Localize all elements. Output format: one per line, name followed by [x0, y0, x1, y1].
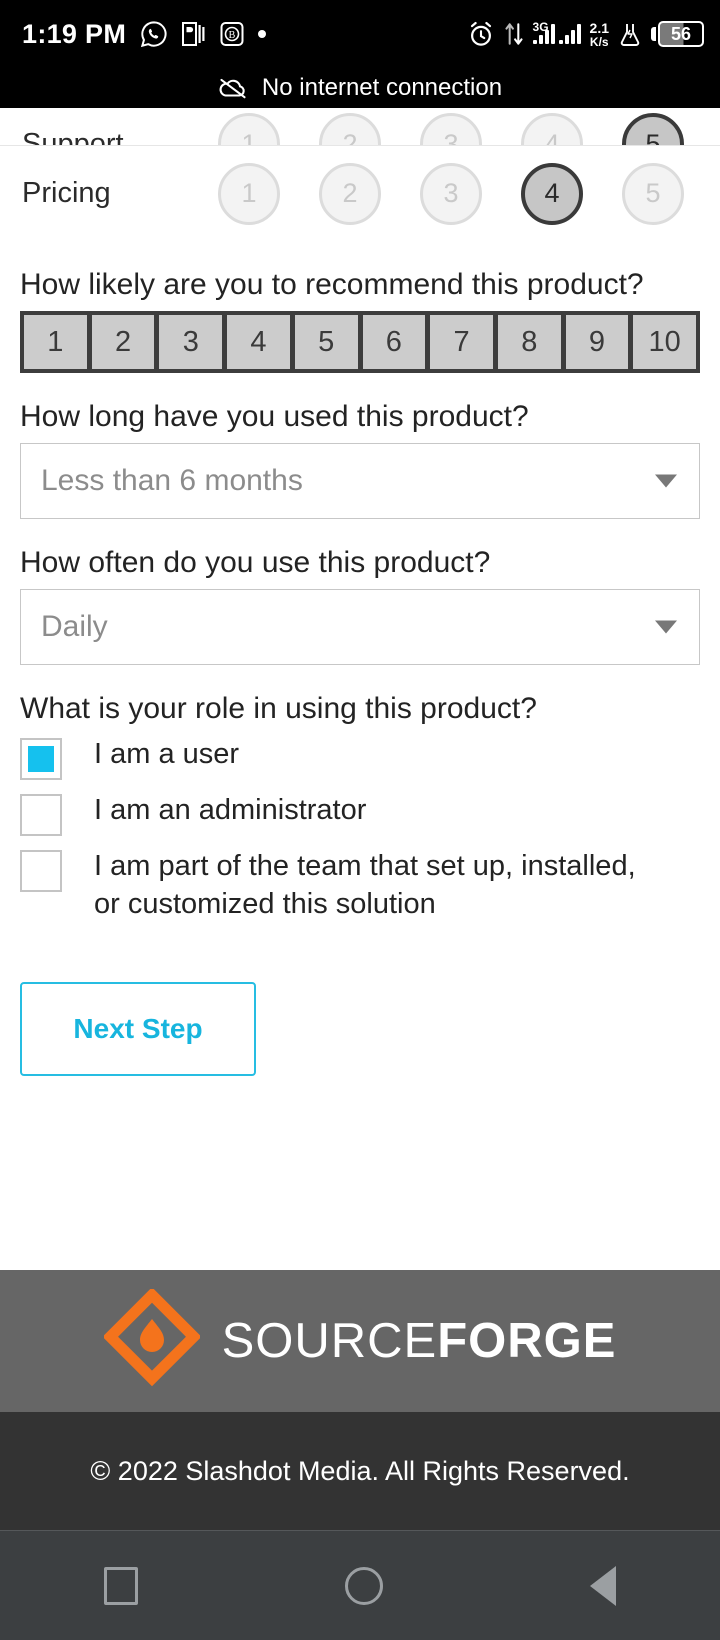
copyright-text: © 2022 Slashdot Media. All Rights Reserv…	[90, 1455, 630, 1486]
rating-option-support-2[interactable]: 2	[319, 113, 381, 145]
footer-logo-bar: SOURCEFORGE	[0, 1270, 720, 1412]
footer-copyright-bar: © 2022 Slashdot Media. All Rights Reserv…	[0, 1412, 720, 1530]
next-step-button[interactable]: Next Step	[20, 981, 256, 1076]
app-icon	[182, 21, 206, 47]
role-choice-user[interactable]: I am a user	[20, 735, 700, 780]
role-choice-user-label: I am a user	[94, 738, 240, 770]
nps-option-6[interactable]: 6	[362, 315, 426, 369]
signal-bars-sim2	[558, 24, 581, 44]
network-speed-indicator: 2.1 K/s	[590, 21, 609, 48]
nps-option-5[interactable]: 5	[294, 315, 358, 369]
nps-option-4[interactable]: 4	[227, 315, 290, 369]
home-circle-icon	[344, 1566, 383, 1605]
nps-option-1[interactable]: 1	[24, 315, 87, 369]
duration-select-value: Less than 6 months	[41, 464, 303, 497]
alarm-icon	[467, 20, 495, 48]
bitcoin-icon: B	[220, 21, 244, 47]
nps-option-2[interactable]: 2	[91, 315, 155, 369]
role-checkbox-list: I am a user I am an administrator I am p…	[20, 735, 700, 924]
rating-option-support-3[interactable]: 3	[420, 113, 482, 145]
rating-label-pricing: Pricing	[22, 177, 111, 209]
checkbox-setup-team[interactable]	[20, 850, 62, 892]
nps-scale: 1 2 3 4 5 6 7 8 9 10	[20, 311, 700, 373]
frequency-select-value: Daily	[41, 610, 108, 643]
nav-recents-button[interactable]	[64, 1557, 178, 1615]
battery-level-label: 56	[658, 21, 704, 47]
nps-option-7[interactable]: 7	[430, 315, 493, 369]
question-frequency: How often do you use this product?	[20, 546, 491, 579]
next-step-container: Next Step	[0, 981, 720, 1076]
rating-row-support: Support 1 2 3 4 5	[0, 108, 720, 145]
brand-source: SOURCE	[221, 1314, 438, 1368]
svg-text:B: B	[229, 30, 236, 41]
sourceforge-flame-logo	[103, 1289, 200, 1393]
rating-label-support: Support	[22, 127, 124, 146]
role-choice-administrator-label: I am an administrator	[94, 794, 367, 826]
question-nps: How likely are you to recommend this pro…	[20, 268, 644, 301]
data-transfer-icon	[504, 20, 524, 48]
net-speed-value: 2.1	[589, 19, 609, 36]
sourceforge-wordmark: SOURCEFORGE	[222, 1313, 617, 1369]
flask-icon	[618, 21, 642, 47]
checkbox-administrator[interactable]	[20, 794, 62, 836]
rating-options-support: 1 2 3 4 5	[218, 113, 698, 145]
survey-content: Support 1 2 3 4 5 Pricing 1 2 3 4 5 How …	[0, 108, 720, 1270]
dot-indicator	[258, 30, 267, 38]
nav-home-button[interactable]	[305, 1557, 423, 1615]
question-duration: How long have you used this product?	[20, 400, 529, 433]
rating-option-support-1[interactable]: 1	[218, 113, 280, 145]
whatsapp-icon	[140, 20, 168, 48]
offline-banner-text: No internet connection	[261, 74, 503, 101]
back-triangle-icon	[590, 1565, 617, 1606]
nps-option-9[interactable]: 9	[565, 315, 629, 369]
status-bar-right: 3G 2.1 K/s 56	[467, 20, 704, 48]
nps-option-3[interactable]: 3	[159, 315, 223, 369]
rating-options-pricing: 1 2 3 4 5	[218, 162, 698, 225]
brand-forge: FORGE	[437, 1314, 617, 1368]
frequency-select[interactable]: Daily	[20, 589, 700, 665]
chevron-down-icon	[655, 474, 677, 488]
cloud-off-icon	[218, 76, 248, 100]
rating-option-pricing-3[interactable]: 3	[420, 162, 482, 225]
rating-option-pricing-4[interactable]: 4	[521, 162, 583, 225]
status-clock: 1:19 PM	[22, 18, 127, 49]
status-bar-left: 1:19 PM B	[22, 18, 267, 50]
role-choice-setup-team-label: I am part of the team that set up, insta…	[94, 850, 636, 921]
signal-strength-icon: 3G	[532, 20, 581, 44]
offline-banner: No internet connection	[0, 68, 720, 108]
rating-option-pricing-2[interactable]: 2	[319, 162, 381, 225]
rating-row-pricing: Pricing 1 2 3 4 5	[0, 145, 720, 241]
rating-option-support-5[interactable]: 5	[622, 113, 684, 145]
recents-square-icon	[103, 1566, 138, 1605]
phone-screen: 1:19 PM B 3G 2.1 K/s 56 No internet conn…	[0, 0, 720, 1640]
checkbox-user[interactable]	[20, 738, 62, 780]
status-bar: 1:19 PM B 3G 2.1 K/s 56	[0, 0, 720, 68]
nps-option-10[interactable]: 10	[633, 315, 697, 369]
chevron-down-icon	[655, 620, 677, 634]
android-nav-bar	[0, 1530, 720, 1640]
duration-select[interactable]: Less than 6 months	[20, 443, 700, 519]
battery-nub	[651, 27, 656, 41]
survey-questions: How likely are you to recommend this pro…	[0, 267, 720, 924]
nps-option-8[interactable]: 8	[497, 315, 561, 369]
battery-indicator: 56	[651, 21, 704, 47]
role-choice-administrator[interactable]: I am an administrator	[20, 791, 700, 836]
rating-option-support-4[interactable]: 4	[521, 113, 583, 145]
rating-option-pricing-5[interactable]: 5	[622, 162, 684, 225]
net-speed-unit: K/s	[589, 34, 609, 49]
nav-back-button[interactable]	[550, 1556, 656, 1616]
network-type-label: 3G	[532, 20, 549, 34]
rating-option-pricing-1[interactable]: 1	[218, 162, 280, 225]
role-choice-setup-team[interactable]: I am part of the team that set up, insta…	[20, 847, 700, 924]
question-role: What is your role in using this product?	[20, 692, 537, 725]
